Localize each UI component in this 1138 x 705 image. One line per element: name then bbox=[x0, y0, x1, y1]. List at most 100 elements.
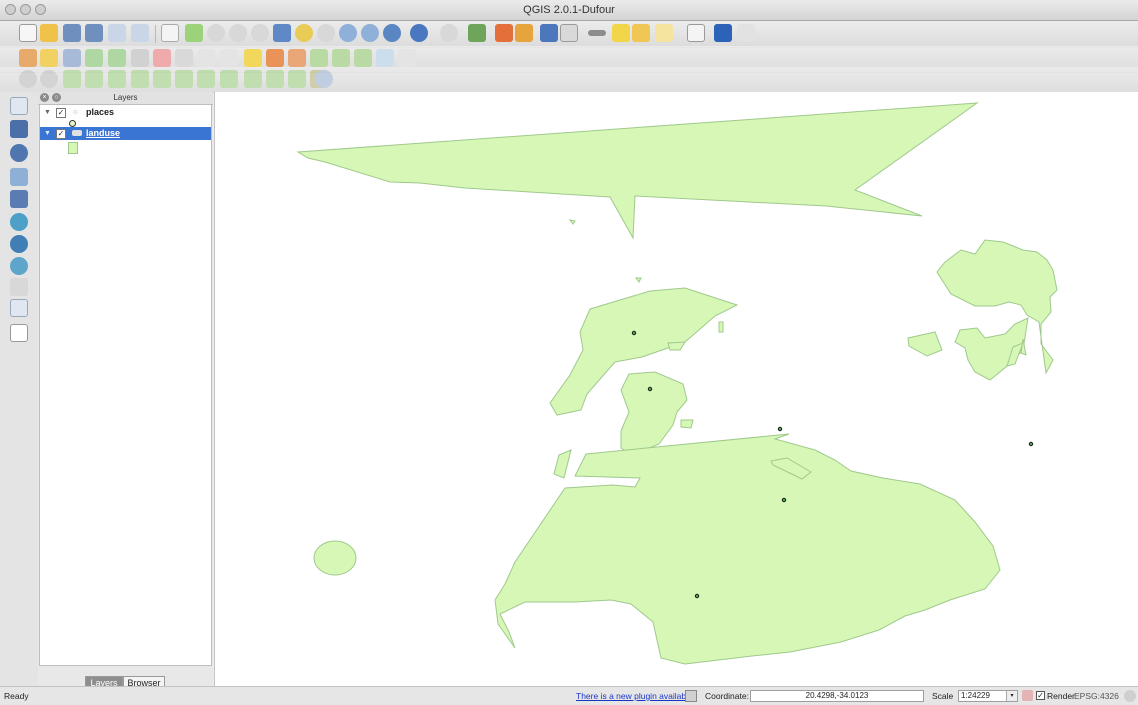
identify-features-icon[interactable] bbox=[410, 24, 428, 42]
deselect-icon[interactable] bbox=[468, 24, 486, 42]
layer-labeling-icon[interactable] bbox=[266, 49, 284, 67]
layer-name[interactable]: landuse bbox=[86, 127, 120, 140]
offset-curve-icon[interactable] bbox=[244, 70, 262, 88]
place-point bbox=[777, 426, 783, 432]
label-icon[interactable] bbox=[244, 49, 262, 67]
reshape-features-icon[interactable] bbox=[220, 70, 238, 88]
open-project-icon[interactable] bbox=[40, 24, 58, 42]
layers-panel-title: Layers bbox=[113, 93, 138, 102]
add-wms-layer-icon[interactable] bbox=[10, 213, 28, 231]
zoom-out-icon[interactable] bbox=[229, 24, 247, 42]
render-checkbox[interactable]: ✓ bbox=[1036, 691, 1045, 700]
zoom-last-icon[interactable] bbox=[339, 24, 357, 42]
split-features-icon[interactable] bbox=[266, 70, 284, 88]
layer-visibility-checkbox[interactable]: ✓ bbox=[56, 129, 66, 139]
layer-tree[interactable]: ▼ ✓ ⁘ places ▼ ✓ landuse bbox=[39, 104, 212, 666]
add-delimited-text-layer-icon[interactable] bbox=[10, 278, 28, 296]
layer-landuse[interactable]: ▼ ✓ landuse bbox=[40, 127, 211, 140]
redo-icon[interactable] bbox=[40, 70, 58, 88]
toggle-extents-icon[interactable] bbox=[685, 690, 697, 702]
toggle-editing-icon[interactable] bbox=[40, 49, 58, 67]
landuse-polygon bbox=[553, 449, 572, 479]
zoom-to-layer-icon[interactable] bbox=[317, 24, 335, 42]
add-raster-layer-icon[interactable] bbox=[10, 120, 28, 138]
new-bookmark-icon[interactable] bbox=[632, 24, 650, 42]
layer-name[interactable]: places bbox=[86, 106, 114, 119]
add-feature-icon[interactable] bbox=[85, 49, 103, 67]
current-edits-icon[interactable] bbox=[19, 49, 37, 67]
layer-visibility-checkbox[interactable]: ✓ bbox=[56, 108, 66, 118]
label-options-icon[interactable] bbox=[398, 49, 416, 67]
move-label-icon[interactable] bbox=[332, 49, 350, 67]
remove-layer-icon[interactable] bbox=[10, 324, 28, 342]
map-tips-icon[interactable] bbox=[612, 24, 630, 42]
zoom-full-icon[interactable] bbox=[273, 24, 291, 42]
paste-features-icon[interactable] bbox=[220, 49, 238, 67]
polygon-layer-icon bbox=[72, 130, 82, 136]
cut-features-icon[interactable] bbox=[175, 49, 193, 67]
scale-combobox[interactable]: 1:24229 ▾ bbox=[958, 690, 1018, 702]
change-label-icon[interactable] bbox=[376, 49, 394, 67]
fill-ring-icon[interactable] bbox=[153, 70, 171, 88]
layer-places[interactable]: ▼ ✓ ⁘ places bbox=[40, 106, 211, 119]
composer-manager-icon[interactable] bbox=[131, 24, 149, 42]
move-feature-icon[interactable] bbox=[108, 49, 126, 67]
zoom-next-icon[interactable] bbox=[361, 24, 379, 42]
map-canvas[interactable] bbox=[214, 92, 1138, 686]
coordinate-value: 20.4298,-34.0123 bbox=[805, 691, 869, 700]
rotate-label-icon[interactable] bbox=[354, 49, 372, 67]
add-postgis-layer-icon[interactable] bbox=[10, 144, 28, 162]
expand-arrow-icon[interactable]: ▼ bbox=[44, 106, 51, 119]
new-project-icon[interactable] bbox=[19, 24, 37, 42]
delete-ring-icon[interactable] bbox=[175, 70, 193, 88]
select-by-expression-icon[interactable] bbox=[495, 24, 513, 42]
place-point bbox=[781, 497, 787, 503]
stop-render-icon[interactable] bbox=[1022, 690, 1033, 701]
select-features-icon[interactable] bbox=[440, 24, 458, 42]
add-vector-layer-icon[interactable] bbox=[10, 97, 28, 115]
add-spatialite-layer-icon[interactable] bbox=[10, 168, 28, 186]
add-wcs-layer-icon[interactable] bbox=[10, 235, 28, 253]
refresh-icon[interactable] bbox=[383, 24, 401, 42]
split-parts-icon[interactable] bbox=[288, 70, 306, 88]
delete-part-icon[interactable] bbox=[197, 70, 215, 88]
places-legend-symbol-icon bbox=[69, 120, 76, 127]
new-print-composer-icon[interactable] bbox=[108, 24, 126, 42]
whats-this-icon[interactable] bbox=[737, 24, 755, 42]
measure-line-icon[interactable] bbox=[588, 30, 606, 36]
save-edits-icon[interactable] bbox=[63, 49, 81, 67]
simplify-feature-icon[interactable] bbox=[85, 70, 103, 88]
new-shapefile-layer-icon[interactable] bbox=[10, 299, 28, 317]
add-wfs-layer-icon[interactable] bbox=[10, 257, 28, 275]
plugin-update-link[interactable]: There is a new plugin available bbox=[576, 687, 693, 705]
undo-icon[interactable] bbox=[19, 70, 37, 88]
chevron-down-icon[interactable]: ▾ bbox=[1006, 691, 1017, 701]
show-bookmarks-icon[interactable] bbox=[655, 24, 673, 42]
pan-hand-icon[interactable] bbox=[161, 24, 179, 42]
node-tool-icon[interactable] bbox=[131, 49, 149, 67]
pan-to-selection-icon[interactable] bbox=[185, 24, 203, 42]
coordinate-field[interactable]: 20.4298,-34.0123 bbox=[750, 690, 924, 702]
zoom-in-icon[interactable] bbox=[207, 24, 225, 42]
show-hide-labels-icon[interactable] bbox=[310, 49, 328, 67]
expand-arrow-icon[interactable]: ▼ bbox=[44, 127, 51, 140]
crs-icon[interactable] bbox=[1124, 690, 1136, 702]
field-calculator-icon[interactable] bbox=[515, 24, 533, 42]
add-ring-icon[interactable] bbox=[108, 70, 126, 88]
add-mssql-layer-icon[interactable] bbox=[10, 190, 28, 208]
crs-status[interactable]: EPSG:4326 bbox=[1074, 687, 1119, 705]
zoom-to-selection-icon[interactable] bbox=[295, 24, 313, 42]
delete-selected-icon[interactable] bbox=[153, 49, 171, 67]
copy-features-icon[interactable] bbox=[197, 49, 215, 67]
pin-labels-icon[interactable] bbox=[288, 49, 306, 67]
save-as-icon[interactable] bbox=[85, 24, 103, 42]
statistics-icon[interactable] bbox=[560, 24, 578, 42]
rotate-feature-icon[interactable] bbox=[63, 70, 81, 88]
add-part-icon[interactable] bbox=[131, 70, 149, 88]
help-icon[interactable] bbox=[714, 24, 732, 42]
reload-icon[interactable] bbox=[315, 70, 333, 88]
attribute-table-icon[interactable] bbox=[540, 24, 558, 42]
text-annotation-icon[interactable] bbox=[687, 24, 705, 42]
zoom-native-icon[interactable] bbox=[251, 24, 269, 42]
save-project-icon[interactable] bbox=[63, 24, 81, 42]
